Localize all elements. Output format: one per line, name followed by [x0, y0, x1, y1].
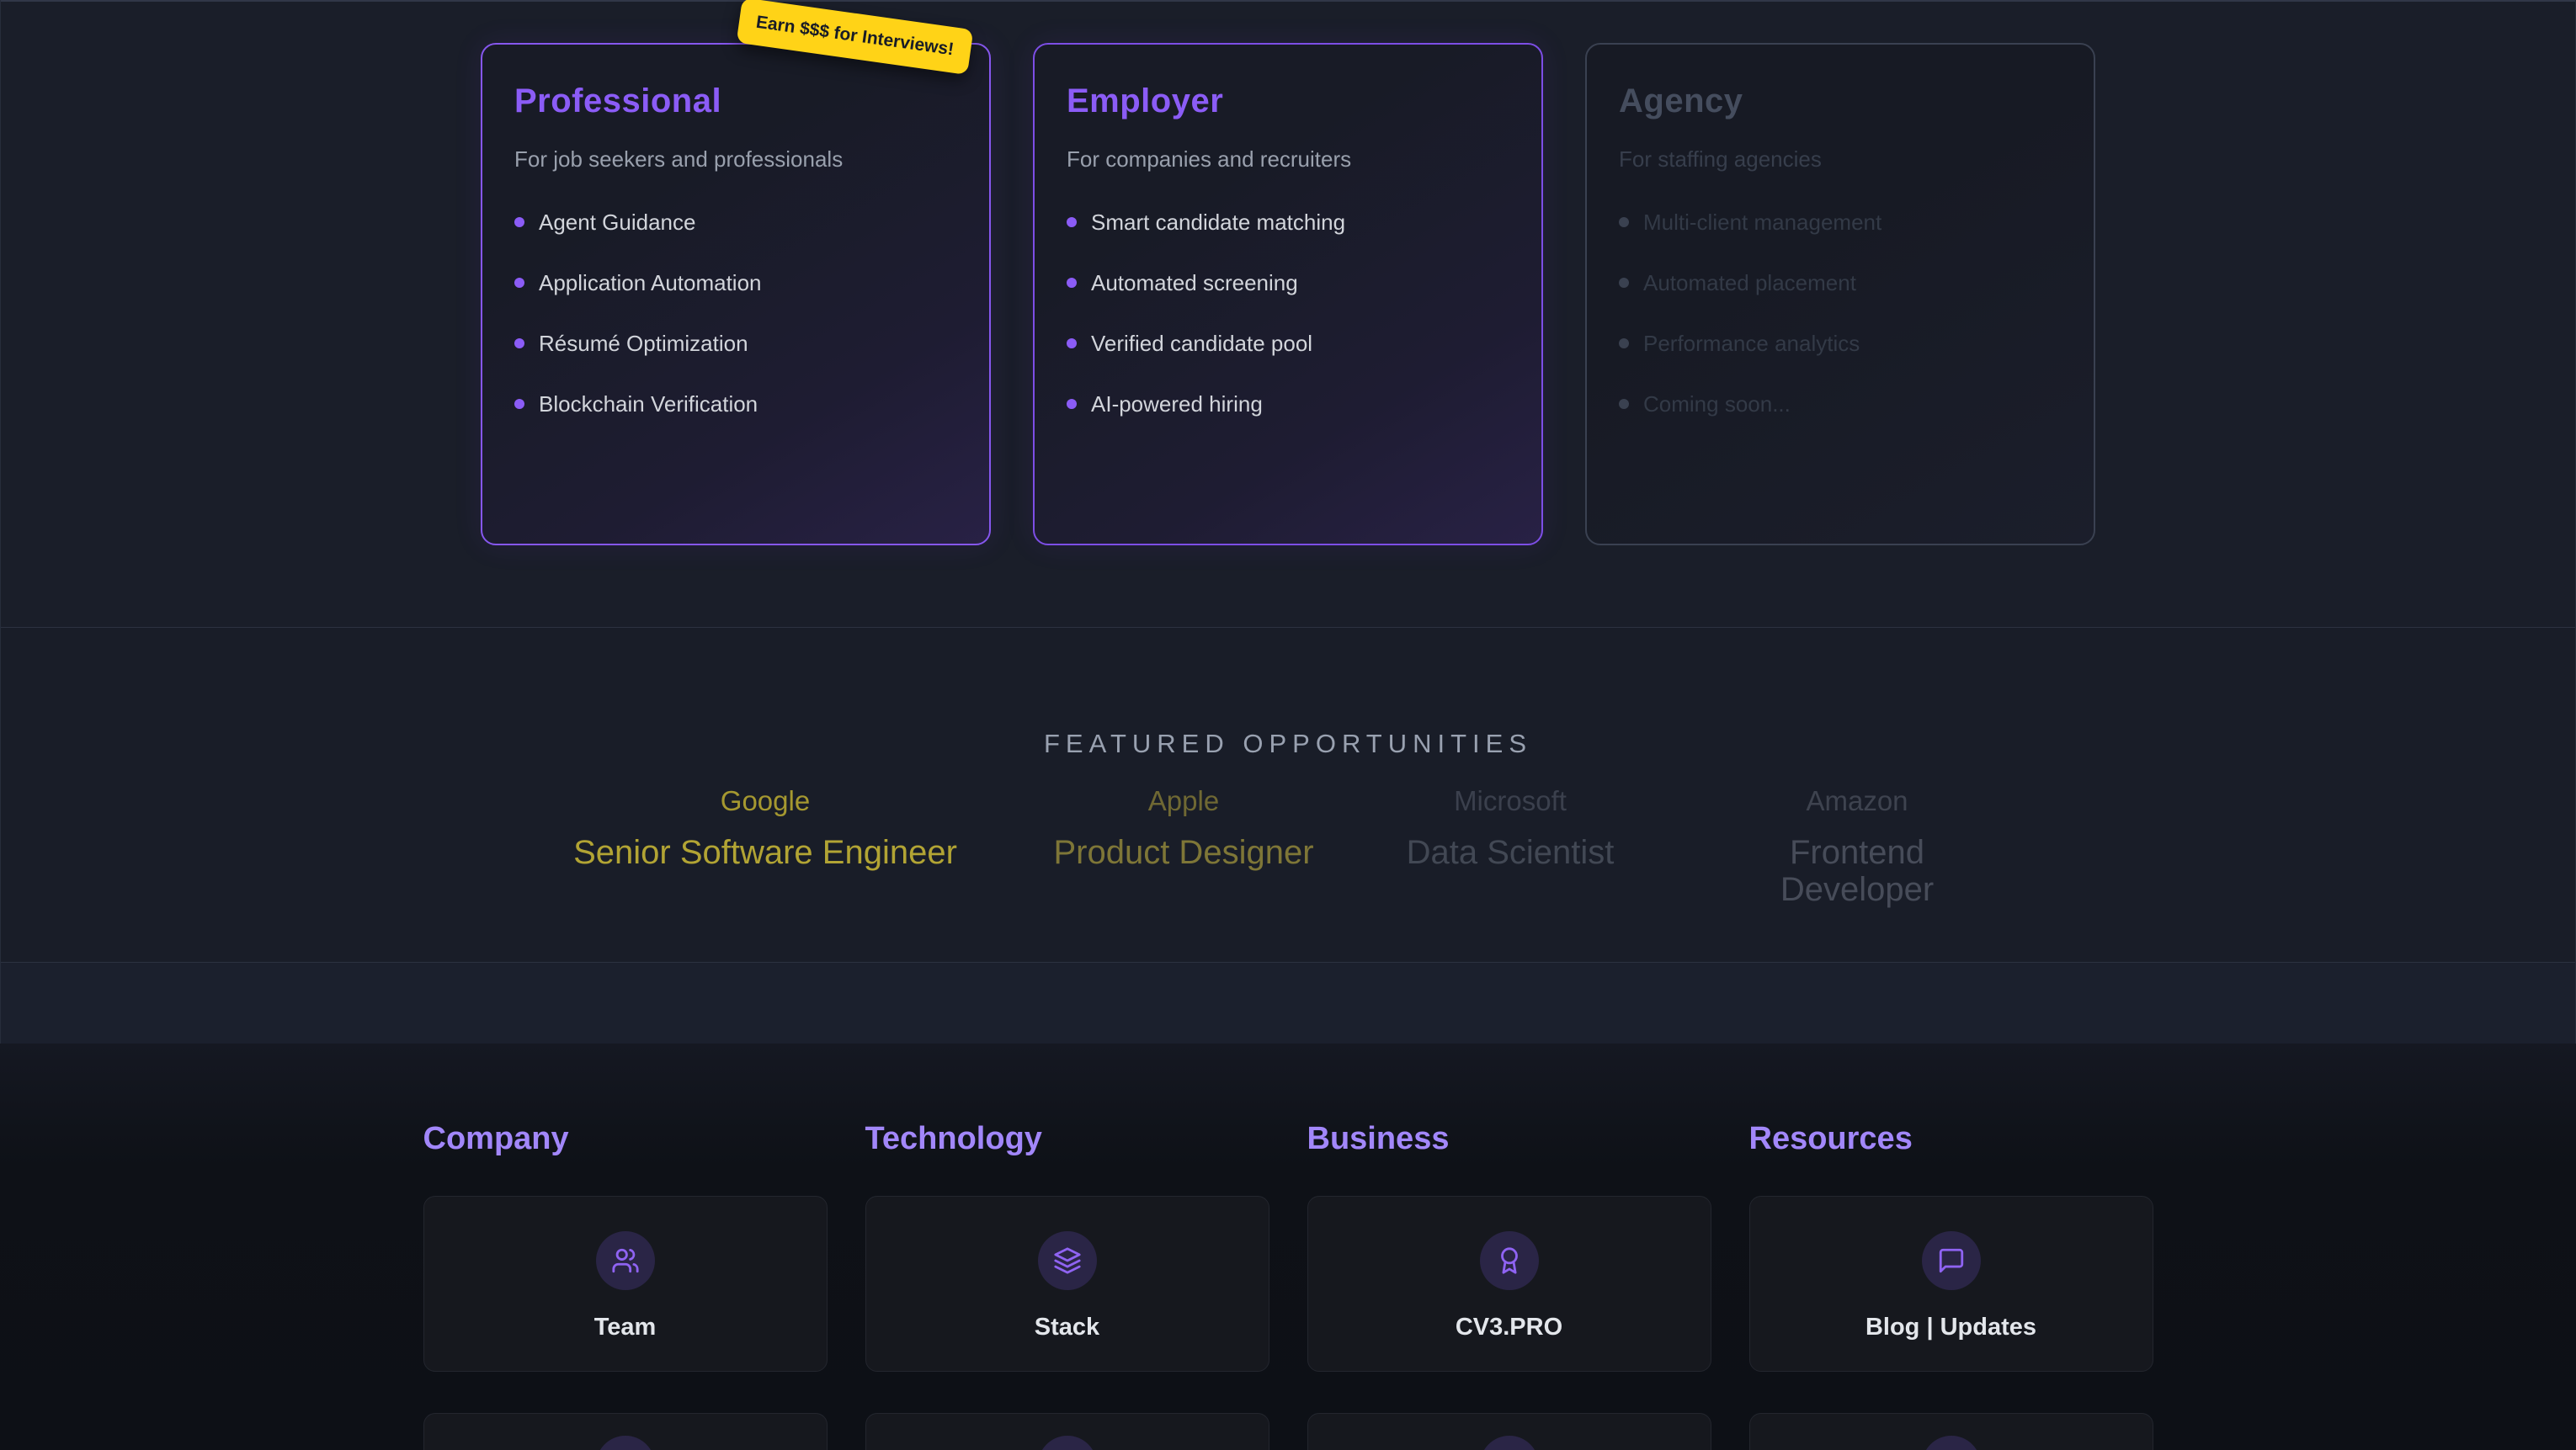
footer-card-partial[interactable]: [865, 1413, 1269, 1450]
bullet-dot-icon: [514, 338, 524, 348]
job-company: Apple: [1045, 787, 1323, 815]
footer-card-partial[interactable]: [1307, 1413, 1711, 1450]
landing-page: Earn $$$ for Interviews! Professional Fo…: [0, 0, 2576, 1450]
footer-heading-company: Company: [423, 1121, 828, 1156]
bullet-dot-icon: [1067, 338, 1077, 348]
footer-column-business: Business CV3.PRO: [1307, 1121, 1711, 1450]
plan-feature-label: Verified candidate pool: [1091, 330, 1312, 357]
plan-feature-list: Agent Guidance Application Automation Ré…: [514, 209, 957, 417]
job-company: Microsoft: [1401, 787, 1620, 815]
plan-feature-label: Application Automation: [539, 269, 762, 296]
plan-feature: Smart candidate matching: [1067, 209, 1509, 236]
plan-feature: Automated placement: [1619, 269, 2062, 296]
footer-column-resources: Resources Blog | Updates: [1749, 1121, 2153, 1450]
footer-card-label: Stack: [866, 1313, 1269, 1341]
plan-feature: AI-powered hiring: [1067, 390, 1509, 417]
bullet-dot-icon: [1067, 278, 1077, 288]
plan-feature-label: Automated placement: [1643, 269, 1856, 296]
users-icon: [596, 1231, 655, 1290]
footer-card-stack[interactable]: Stack: [865, 1196, 1269, 1372]
footer-column-technology: Technology Stack: [865, 1121, 1269, 1450]
plan-feature-label: Blockchain Verification: [539, 390, 758, 417]
plan-title: Employer: [1067, 82, 1509, 120]
plan-card-agency: Agency For staffing agencies Multi-clien…: [1585, 43, 2095, 545]
pricing-section: Earn $$$ for Interviews! Professional Fo…: [1, 0, 2575, 628]
plan-feature: Blockchain Verification: [514, 390, 957, 417]
hidden-icon: [1038, 1436, 1097, 1450]
plan-card-professional[interactable]: Professional For job seekers and profess…: [481, 43, 991, 545]
job-company: Google: [555, 787, 976, 815]
footer-card-label: Blog | Updates: [1750, 1313, 2153, 1341]
bullet-dot-icon: [1067, 399, 1077, 409]
job-company: Amazon: [1710, 787, 2004, 815]
plan-feature-label: Coming soon...: [1643, 390, 1791, 417]
plan-feature-label: Multi-client management: [1643, 209, 1881, 236]
footer-card-label: CV3.PRO: [1308, 1313, 1711, 1341]
plan-description: For companies and recruiters: [1067, 146, 1509, 173]
plan-description: For staffing agencies: [1619, 146, 2062, 173]
plan-title: Agency: [1619, 82, 2062, 120]
footer-card-team[interactable]: Team: [423, 1196, 828, 1372]
plan-feature: Coming soon...: [1619, 390, 2062, 417]
featured-opportunities-section: FEATURED OPPORTUNITIES Google Senior Sof…: [1, 628, 2575, 962]
plan-description: For job seekers and professionals: [514, 146, 957, 173]
featured-job-apple[interactable]: Apple Product Designer: [1045, 787, 1323, 871]
hidden-icon: [1480, 1436, 1539, 1450]
bullet-dot-icon: [514, 399, 524, 409]
featured-job-microsoft[interactable]: Microsoft Data Scientist: [1401, 787, 1620, 871]
plan-feature-label: Résumé Optimization: [539, 330, 748, 357]
bullet-dot-icon: [1619, 399, 1629, 409]
job-role: Product Designer: [1045, 834, 1323, 871]
upper-sections: Earn $$$ for Interviews! Professional Fo…: [0, 0, 2576, 1044]
bullet-dot-icon: [514, 217, 524, 227]
bullet-dot-icon: [514, 278, 524, 288]
plan-cards-row: Professional For job seekers and profess…: [481, 2, 2095, 545]
plan-feature-label: Automated screening: [1091, 269, 1298, 296]
plan-feature-label: Performance analytics: [1643, 330, 1860, 357]
award-icon: [1480, 1231, 1539, 1290]
footer-card-cv3pro[interactable]: CV3.PRO: [1307, 1196, 1711, 1372]
job-role: Senior Software Engineer: [555, 834, 976, 871]
footer-card-partial[interactable]: [1749, 1413, 2153, 1450]
hidden-icon: [1922, 1436, 1981, 1450]
plan-feature-list: Multi-client management Automated placem…: [1619, 209, 2062, 417]
featured-job-google[interactable]: Google Senior Software Engineer: [555, 787, 976, 871]
footer-grid: Company Team: [423, 1121, 2153, 1450]
plan-card-employer[interactable]: Employer For companies and recruiters Sm…: [1033, 43, 1543, 545]
plan-feature: Verified candidate pool: [1067, 330, 1509, 357]
plan-feature-label: Agent Guidance: [539, 209, 695, 236]
plan-feature: Multi-client management: [1619, 209, 2062, 236]
footer-heading-technology: Technology: [865, 1121, 1269, 1156]
footer-card-partial[interactable]: [423, 1413, 828, 1450]
plan-feature: Automated screening: [1067, 269, 1509, 296]
plan-feature-list: Smart candidate matching Automated scree…: [1067, 209, 1509, 417]
footer-card-blog[interactable]: Blog | Updates: [1749, 1196, 2153, 1372]
divider-band: [1, 962, 2575, 1044]
featured-job-amazon[interactable]: Amazon Frontend Developer: [1710, 787, 2004, 908]
featured-jobs-carousel: Google Senior Software Engineer Apple Pr…: [1, 628, 2575, 962]
plan-feature-label: AI-powered hiring: [1091, 390, 1263, 417]
plan-title: Professional: [514, 82, 957, 120]
plan-feature-label: Smart candidate matching: [1091, 209, 1345, 236]
plan-feature: Performance analytics: [1619, 330, 2062, 357]
bullet-dot-icon: [1619, 217, 1629, 227]
plan-feature: Application Automation: [514, 269, 957, 296]
hidden-icon: [596, 1436, 655, 1450]
layers-icon: [1038, 1231, 1097, 1290]
plan-feature: Agent Guidance: [514, 209, 957, 236]
job-role: Frontend Developer: [1710, 834, 2004, 908]
message-square-icon: [1922, 1231, 1981, 1290]
plan-feature: Résumé Optimization: [514, 330, 957, 357]
job-role: Data Scientist: [1401, 834, 1620, 871]
footer-heading-business: Business: [1307, 1121, 1711, 1156]
footer-heading-resources: Resources: [1749, 1121, 2153, 1156]
footer-column-company: Company Team: [423, 1121, 828, 1450]
site-footer: Company Team: [0, 1044, 2576, 1450]
bullet-dot-icon: [1067, 217, 1077, 227]
bullet-dot-icon: [1619, 338, 1629, 348]
footer-card-label: Team: [424, 1313, 827, 1341]
bullet-dot-icon: [1619, 278, 1629, 288]
